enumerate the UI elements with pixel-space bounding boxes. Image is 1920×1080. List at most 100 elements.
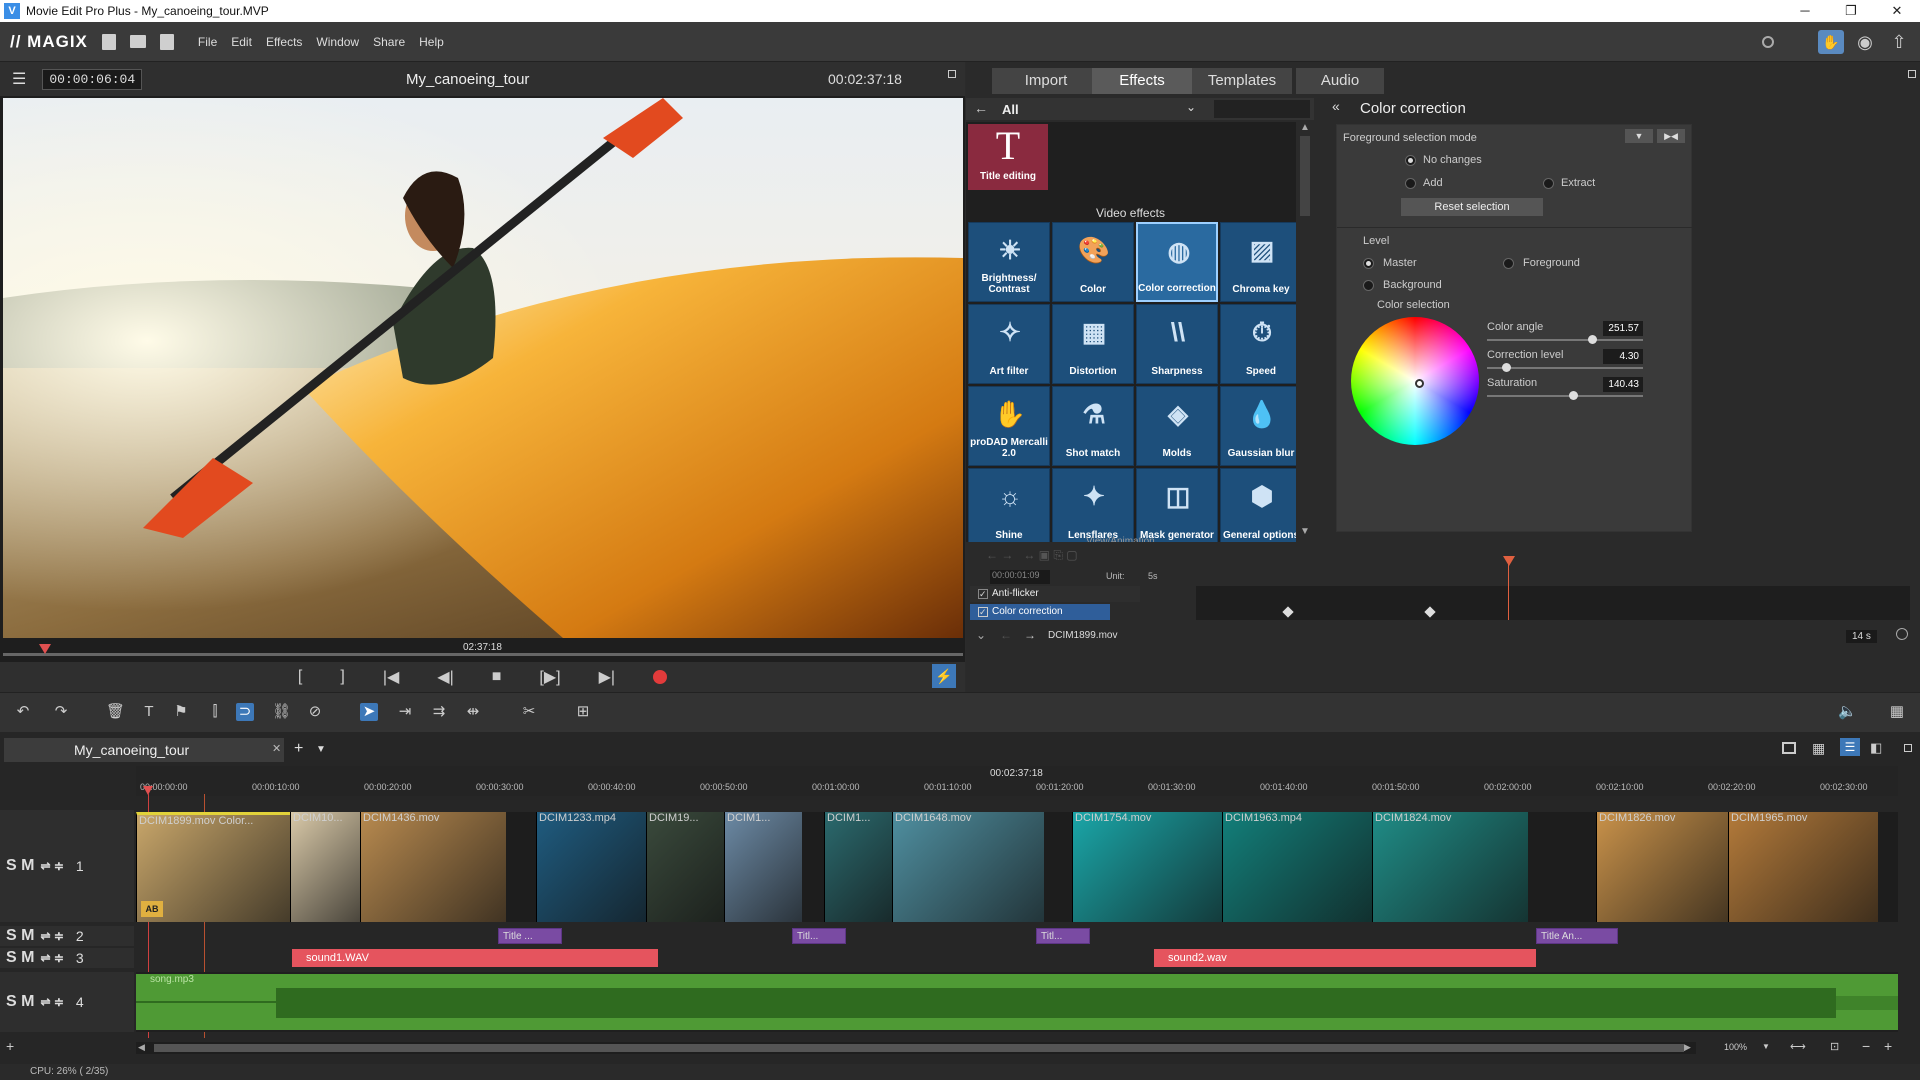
video-clip[interactable]: DCIM1754.mov	[1072, 812, 1222, 922]
video-clip[interactable]: DCIM1824.mov	[1372, 812, 1528, 922]
saturation-value[interactable]: 140.43	[1603, 377, 1643, 392]
radio-background[interactable]	[1363, 280, 1374, 291]
pointer-tool-icon[interactable]: ➤	[360, 703, 378, 721]
effect-tile-sharpness[interactable]: \\ Sharpness	[1136, 304, 1218, 384]
track-head-3[interactable]: S M ⇌ ≑ 3	[0, 948, 134, 968]
undock-icon[interactable]	[1904, 744, 1912, 752]
zoom-in-icon[interactable]: +	[1884, 1038, 1892, 1054]
view-grid-icon[interactable]: ▦	[1812, 740, 1825, 757]
hand-cursor-icon[interactable]: ✋	[1818, 30, 1844, 54]
scrub-start-marker[interactable]	[39, 644, 51, 654]
scroll-right-icon[interactable]: ▶	[1684, 1042, 1691, 1053]
color-wheel[interactable]	[1351, 317, 1479, 445]
timeline-ruler[interactable]: 00:02:37:18 00:00:00:00 00:00:10:00 00:00:…	[136, 766, 1898, 796]
new-file-icon[interactable]	[101, 33, 116, 50]
upload-icon[interactable]: ⇧	[1886, 30, 1912, 54]
track-head-1[interactable]: S M ⇌ ≑ 1	[0, 810, 134, 922]
video-clip[interactable]: DCIM1965.mov	[1728, 812, 1878, 922]
menu-help[interactable]: Help	[419, 35, 444, 49]
effect-tile-color-correction[interactable]: ◍ Color correction	[1136, 222, 1218, 302]
undock-icon[interactable]	[1908, 70, 1916, 78]
lightning-fx-icon[interactable]: ⚡	[932, 664, 956, 688]
title-clip[interactable]: Title An...	[1536, 928, 1618, 944]
effect-tile-molds[interactable]: ◈ Molds	[1136, 386, 1218, 466]
keyframe-time-display[interactable]: 00:00:01:09	[990, 570, 1050, 584]
video-frame[interactable]	[3, 98, 963, 638]
text-icon[interactable]: T	[140, 703, 158, 721]
redo-icon[interactable]: ↷	[52, 703, 70, 721]
preview-scrub-bar[interactable]: 02:37:18	[3, 642, 963, 656]
tab-effects[interactable]: Effects	[1092, 68, 1192, 94]
video-clip[interactable]: DCIM1963.mp4	[1222, 812, 1372, 922]
close-button[interactable]: ✕	[1874, 0, 1920, 22]
stop-button[interactable]: ■	[492, 668, 502, 686]
effect-tile-general-options[interactable]: ⬢ General options	[1220, 468, 1302, 548]
saturation-slider[interactable]	[1487, 395, 1643, 397]
video-clip[interactable]: DCIM1...	[824, 812, 892, 922]
hamburger-menu-icon[interactable]: ☰	[12, 69, 26, 89]
zoom-fit-icon[interactable]: ⟷	[1790, 1040, 1806, 1053]
radio-add[interactable]	[1405, 178, 1416, 189]
keyframe-lane[interactable]	[1196, 586, 1910, 620]
arrow-back-icon[interactable]: ←	[1000, 628, 1012, 642]
track-head-4[interactable]: S M ⇌ ≑ 4	[0, 972, 134, 1032]
panel-expand-icon[interactable]: ▶◀	[1657, 129, 1685, 143]
track-solo-mute-3[interactable]: S M	[6, 949, 34, 967]
correction-level-value[interactable]: 4.30	[1603, 349, 1643, 364]
menu-share[interactable]: Share	[373, 35, 405, 49]
collapse-icon[interactable]: ⌄	[976, 628, 986, 642]
saturation-knob[interactable]	[1568, 391, 1578, 400]
title-clip[interactable]: Titl...	[1036, 928, 1090, 944]
cut-tool-icon[interactable]: ✂	[520, 703, 538, 721]
add-track-icon[interactable]: +	[6, 1038, 14, 1054]
effect-tile-brightness-contrast[interactable]: ☀ Brightness/ Contrast	[968, 222, 1050, 302]
scroll-left-icon[interactable]: ◀	[138, 1042, 145, 1053]
correction-level-knob[interactable]	[1501, 363, 1511, 372]
effect-tile-speed[interactable]: ⏱ Speed	[1220, 304, 1302, 384]
video-clip[interactable]: DCIM1899.mov Color... AB	[136, 812, 290, 922]
insert-icon[interactable]: ⊞	[574, 703, 592, 721]
play-range-button[interactable]: [▶]	[539, 667, 560, 687]
back-arrow-icon[interactable]: ←	[974, 100, 988, 116]
color-angle-slider[interactable]	[1487, 339, 1643, 341]
reset-selection-button[interactable]: Reset selection	[1401, 198, 1543, 216]
video-clip[interactable]: DCIM1233.mp4	[536, 812, 646, 922]
set-out-point-button[interactable]: ]	[340, 668, 344, 686]
menu-window[interactable]: Window	[316, 35, 359, 49]
timeline-tab[interactable]: My_canoeing_tour ✕	[4, 738, 284, 762]
keyframe-playhead[interactable]	[1508, 562, 1509, 620]
go-to-end-button[interactable]: ▶|	[599, 667, 615, 687]
menu-file[interactable]: File	[198, 35, 217, 49]
effect-tile-art-filter[interactable]: ✧ Art filter	[968, 304, 1050, 384]
keyframe-row-colorcorrection[interactable]: ✓ Color correction	[970, 604, 1110, 620]
multi-track-select-icon[interactable]: ⇉	[430, 703, 448, 721]
radio-master[interactable]	[1363, 258, 1374, 269]
keyframe-zoom[interactable]: 14 s	[1846, 630, 1877, 643]
title-clip[interactable]: Titl...	[792, 928, 846, 944]
link-icon[interactable]: ⛓	[272, 703, 291, 721]
video-clip[interactable]: DCIM1648.mov	[892, 812, 1044, 922]
grid-icon[interactable]: ▦	[1888, 703, 1906, 721]
track-settings-icon[interactable]: ⇌ ≑	[40, 929, 63, 943]
timeline-horizontal-scrollbar[interactable]: ◀ ▶	[136, 1042, 1696, 1054]
record-button[interactable]	[653, 670, 668, 684]
song-clip[interactable]: song.mp3	[136, 974, 1898, 1030]
title-editing-tile[interactable]: T Title editing	[968, 124, 1048, 190]
track-head-2[interactable]: S M ⇌ ≑ 2	[0, 926, 134, 946]
tab-audio[interactable]: Audio	[1296, 68, 1384, 94]
track-solo-mute-1[interactable]: S M	[6, 857, 34, 875]
title-clip[interactable]: Title ...	[498, 928, 562, 944]
zoom-out-icon[interactable]: −	[1862, 1038, 1870, 1054]
open-folder-icon[interactable]	[129, 35, 146, 48]
checkbox[interactable]: ✓	[978, 607, 988, 617]
track-settings-icon[interactable]: ⇌ ≑	[40, 995, 63, 1009]
clock-icon[interactable]	[1896, 628, 1908, 640]
keyframe-row-antiflicker[interactable]: ✓ Anti-flicker	[970, 586, 1140, 602]
tab-dropdown-icon[interactable]: ▼	[316, 744, 326, 755]
effect-tile-prodad-mercalli-2-0[interactable]: ✋ proDAD Mercalli 2.0	[968, 386, 1050, 466]
track-solo-mute-4[interactable]: S M	[6, 993, 34, 1011]
keyframe-playhead-marker[interactable]	[1503, 556, 1515, 566]
video-clip[interactable]: DCIM1436.mov	[360, 812, 506, 922]
arrow-forward-icon[interactable]: →	[1024, 628, 1036, 642]
audio-clip-sound2[interactable]: sound2.wav	[1154, 949, 1536, 967]
